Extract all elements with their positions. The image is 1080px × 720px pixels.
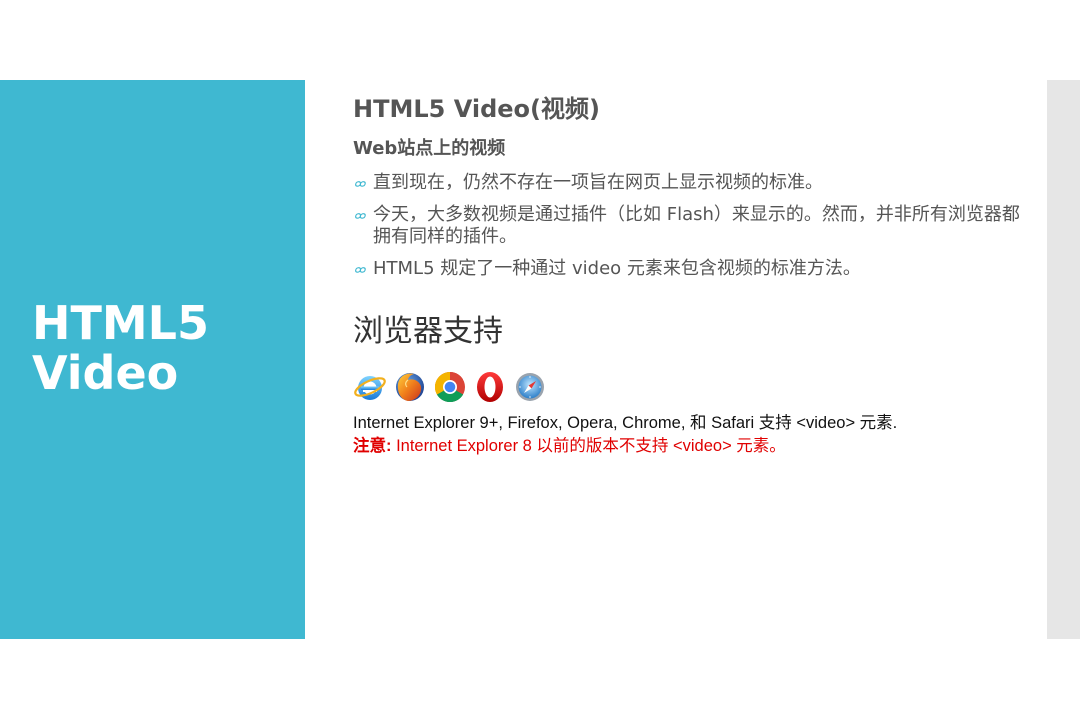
bullet-item: ᢁ 直到现在，仍然不存在一项旨在网页上显示视频的标准。 xyxy=(353,172,1023,194)
content-area: HTML5 Video(视频) Web站点上的视频 ᢁ 直到现在，仍然不存在一项… xyxy=(353,90,1023,458)
content-title: HTML5 Video(视频) xyxy=(353,95,600,123)
note-text: Internet Explorer 8 以前的版本不支持 <video> 元素。 xyxy=(391,437,786,455)
curl-bullet-icon: ᢁ xyxy=(353,262,365,280)
browser-support-text: Internet Explorer 9+, Firefox, Opera, Ch… xyxy=(353,414,898,432)
opera-icon xyxy=(477,372,503,402)
slide-section-title: HTML5 Video xyxy=(32,296,209,400)
browser-icon-row xyxy=(353,370,1023,406)
curl-bullet-icon: ᢁ xyxy=(353,176,365,194)
bullet-text: 直到现在，仍然不存在一项旨在网页上显示视频的标准。 xyxy=(373,172,823,193)
safari-icon xyxy=(516,373,544,401)
firefox-icon xyxy=(396,373,424,401)
browser-support-note: 注意: Internet Explorer 8 以前的版本不支持 <video>… xyxy=(353,435,1023,458)
bullet-text: HTML5 规定了一种通过 video 元素来包含视频的标准方法。 xyxy=(373,258,861,279)
bullet-text: 今天，大多数视频是通过插件（比如 Flash）来显示的。然而，并非所有浏览器都拥… xyxy=(373,204,1020,247)
bullet-item: ᢁ HTML5 规定了一种通过 video 元素来包含视频的标准方法。 xyxy=(353,258,1023,280)
right-side-strip xyxy=(1047,80,1080,639)
left-title-panel: HTML5 Video xyxy=(0,80,305,639)
chrome-icon xyxy=(434,372,465,403)
browser-support-heading: 浏览器支持 xyxy=(353,314,503,349)
bullet-list: ᢁ 直到现在，仍然不存在一项旨在网页上显示视频的标准。 ᢁ 今天，大多数视频是通… xyxy=(353,172,1023,280)
content-subtitle: Web站点上的视频 xyxy=(353,138,506,159)
note-label: 注意: xyxy=(353,437,392,455)
slide: HTML5 Video HTML5 Video(视频) Web站点上的视频 ᢁ … xyxy=(0,0,1080,720)
curl-bullet-icon: ᢁ xyxy=(353,208,365,226)
bullet-item: ᢁ 今天，大多数视频是通过插件（比如 Flash）来显示的。然而，并非所有浏览器… xyxy=(353,204,1023,248)
internet-explorer-icon xyxy=(354,376,386,400)
